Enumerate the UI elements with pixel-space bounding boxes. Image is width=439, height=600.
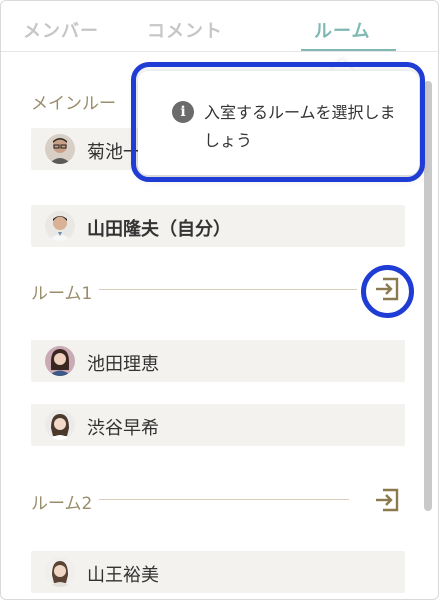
section-title-room-2: ルーム2 <box>31 489 97 514</box>
member-name: 山田隆夫（自分） <box>87 219 231 240</box>
member-item[interactable]: 山王裕美 <box>31 551 405 593</box>
scrollbar-thumb[interactable] <box>424 81 432 511</box>
section-title-room-1: ルーム1 <box>31 279 97 304</box>
member-item[interactable]: 渋谷早希 <box>31 404 405 446</box>
room-select-tooltip: i 入室するルームを選択しましょう <box>138 71 419 175</box>
tooltip-text: 入室するルームを選択しましょう <box>204 103 396 150</box>
avatar-man-glasses <box>45 134 75 164</box>
info-icon: i <box>172 101 194 123</box>
section-divider <box>99 289 357 290</box>
member-name: 渋谷早希 <box>87 418 159 439</box>
tab-bar: メンバー コメント ルーム <box>1 1 438 52</box>
tab-rooms[interactable]: ルーム <box>314 17 370 43</box>
member-name: 池田理恵 <box>87 354 159 375</box>
member-name: 菊池一 <box>87 142 141 163</box>
section-title-main-room: メインルー <box>31 89 120 114</box>
member-name: 山王裕美 <box>87 565 159 586</box>
avatar-woman-1 <box>45 346 75 376</box>
member-item[interactable]: 池田理恵 <box>31 340 405 382</box>
avatar-man-shirt <box>45 211 75 241</box>
member-item-self[interactable]: 山田隆夫（自分） <box>31 205 405 247</box>
avatar-woman-2 <box>45 410 75 440</box>
enter-room-icon[interactable] <box>373 486 401 514</box>
section-divider <box>99 499 349 500</box>
room-panel: メンバー コメント ルーム メインルー 菊池一 山田隆夫（自分） ルーム1 池田… <box>0 0 439 600</box>
avatar-woman-3 <box>45 557 75 587</box>
enter-room-icon[interactable] <box>373 275 401 303</box>
tab-members[interactable]: メンバー <box>23 17 99 43</box>
tab-comments[interactable]: コメント <box>147 17 223 43</box>
active-tab-indicator <box>301 49 396 51</box>
